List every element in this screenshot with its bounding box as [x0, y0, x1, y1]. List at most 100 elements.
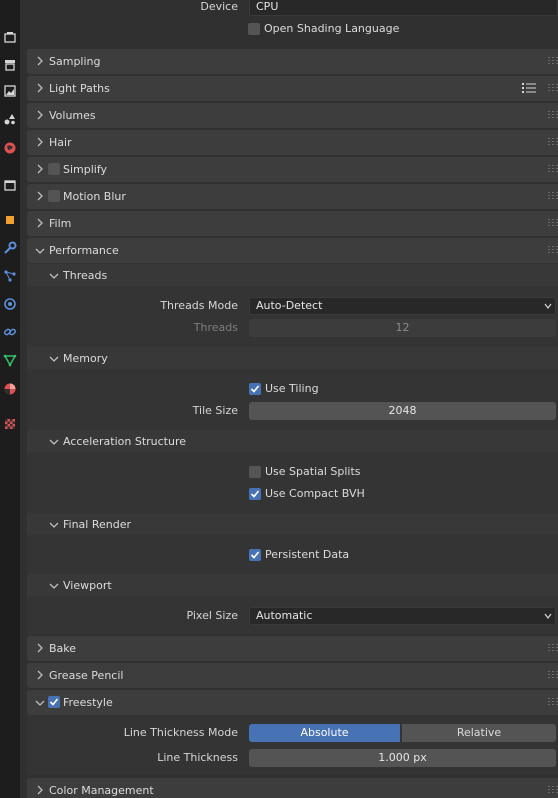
- properties-editor: Device CPU Open Shading Language Samplin…: [20, 0, 558, 798]
- use-tiling-label: Use Tiling: [265, 382, 319, 395]
- panel-simplify[interactable]: Simplify: [27, 157, 558, 182]
- pixel-size-value: Automatic: [256, 609, 313, 622]
- drag-handle-icon[interactable]: [548, 111, 558, 119]
- panel-grease-pencil[interactable]: Grease Pencil: [27, 663, 558, 688]
- collection-icon[interactable]: [0, 174, 20, 196]
- osl-label: Open Shading Language: [264, 22, 400, 35]
- threads-count-field: 12: [249, 319, 556, 337]
- pixel-size-dropdown[interactable]: Automatic: [249, 607, 556, 625]
- chevron-right-icon: [37, 218, 43, 228]
- chevron-right-icon: [37, 670, 43, 680]
- constraints-icon[interactable]: [0, 321, 20, 343]
- drag-handle-icon[interactable]: [548, 165, 558, 173]
- panel-performance[interactable]: Performance: [27, 238, 558, 263]
- threads-mode-dropdown[interactable]: Auto-Detect: [249, 297, 556, 315]
- compact-bvh-label: Use Compact BVH: [265, 487, 365, 500]
- chevron-down-icon: [544, 303, 552, 309]
- line-thickness-mode-label: Line Thickness Mode: [123, 726, 238, 739]
- presets-list-icon[interactable]: [522, 82, 536, 94]
- drag-handle-icon[interactable]: [548, 192, 558, 200]
- motion-blur-checkbox[interactable]: [48, 190, 60, 202]
- panel-sampling[interactable]: Sampling: [27, 49, 558, 74]
- line-thickness-field[interactable]: 1.000 px: [249, 749, 556, 767]
- subpanel-final-render[interactable]: Final Render: [27, 513, 558, 535]
- subpanel-memory-label: Memory: [63, 352, 108, 365]
- subpanel-acceleration-structure[interactable]: Acceleration Structure: [27, 430, 558, 452]
- panel-grease-pencil-label: Grease Pencil: [49, 669, 124, 682]
- data-icon[interactable]: [0, 349, 20, 371]
- chevron-down-icon: [49, 583, 59, 589]
- render-icon[interactable]: [0, 26, 20, 48]
- panel-bake[interactable]: Bake: [27, 636, 558, 661]
- tile-size-field[interactable]: 2048: [249, 402, 556, 420]
- chevron-down-icon: [35, 248, 45, 254]
- checkmark-icon: [250, 551, 260, 559]
- chevron-right-icon: [37, 164, 43, 174]
- threads-mode-value: Auto-Detect: [256, 299, 323, 312]
- chevron-down-icon: [49, 522, 59, 528]
- modifier-icon[interactable]: [0, 237, 20, 259]
- checkmark-icon: [250, 490, 260, 498]
- freestyle-checkbox[interactable]: [48, 696, 60, 708]
- chevron-right-icon: [37, 191, 43, 201]
- subpanel-threads[interactable]: Threads: [27, 264, 558, 286]
- panel-color-management[interactable]: Color Management: [27, 778, 558, 798]
- panel-freestyle[interactable]: Freestyle: [27, 690, 558, 715]
- scene-icon[interactable]: [0, 108, 20, 130]
- threads-mode-label: Threads Mode: [160, 299, 238, 312]
- panel-volumes-label: Volumes: [49, 109, 96, 122]
- chevron-right-icon: [37, 110, 43, 120]
- properties-tab-bar: [0, 0, 20, 798]
- particles-icon[interactable]: [0, 265, 20, 287]
- drag-handle-icon[interactable]: [548, 84, 558, 92]
- spatial-splits-label: Use Spatial Splits: [265, 465, 361, 478]
- use-tiling-checkbox[interactable]: [249, 383, 261, 395]
- texture-icon[interactable]: [0, 413, 20, 435]
- world-icon[interactable]: [0, 137, 20, 159]
- device-dropdown[interactable]: CPU: [249, 0, 558, 16]
- view-layer-icon[interactable]: [0, 80, 20, 102]
- drag-handle-icon[interactable]: [548, 246, 558, 254]
- pixel-size-label: Pixel Size: [186, 609, 238, 622]
- spatial-splits-checkbox[interactable]: [249, 466, 261, 478]
- subpanel-memory[interactable]: Memory: [27, 347, 558, 369]
- tile-size-label: Tile Size: [192, 404, 238, 417]
- object-icon[interactable]: [0, 209, 20, 231]
- chevron-right-icon: [37, 643, 43, 653]
- panel-light-paths[interactable]: Light Paths: [27, 76, 558, 101]
- subpanel-viewport[interactable]: Viewport: [27, 574, 558, 596]
- output-icon[interactable]: [0, 54, 20, 76]
- drag-handle-icon[interactable]: [548, 698, 558, 706]
- osl-checkbox[interactable]: [248, 23, 260, 35]
- panel-sampling-label: Sampling: [49, 55, 101, 68]
- chevron-right-icon: [37, 137, 43, 147]
- panel-motion-blur[interactable]: Motion Blur: [27, 184, 558, 209]
- panel-film[interactable]: Film: [27, 211, 558, 236]
- material-icon[interactable]: [0, 378, 20, 400]
- chevron-right-icon: [37, 785, 43, 795]
- chevron-down-icon: [49, 273, 59, 279]
- physics-icon[interactable]: [0, 293, 20, 315]
- subpanel-final-render-label: Final Render: [63, 518, 132, 531]
- subpanel-viewport-label: Viewport: [63, 579, 112, 592]
- drag-handle-icon[interactable]: [548, 671, 558, 679]
- drag-handle-icon[interactable]: [548, 219, 558, 227]
- panel-volumes[interactable]: Volumes: [27, 103, 558, 128]
- thickness-mode-relative-button[interactable]: Relative: [402, 724, 556, 742]
- device-value: CPU: [256, 0, 279, 13]
- panel-film-label: Film: [49, 217, 72, 230]
- persistent-data-checkbox[interactable]: [249, 549, 261, 561]
- drag-handle-icon[interactable]: [548, 644, 558, 652]
- drag-handle-icon[interactable]: [548, 57, 558, 65]
- checkmark-icon: [250, 385, 260, 393]
- compact-bvh-checkbox[interactable]: [249, 488, 261, 500]
- simplify-checkbox[interactable]: [48, 163, 60, 175]
- drag-handle-icon[interactable]: [548, 786, 558, 794]
- thickness-mode-absolute-button[interactable]: Absolute: [249, 724, 400, 742]
- line-thickness-label: Line Thickness: [157, 751, 238, 764]
- panel-hair[interactable]: Hair: [27, 130, 558, 155]
- drag-handle-icon[interactable]: [548, 138, 558, 146]
- chevron-down-icon: [544, 613, 552, 619]
- chevron-down-icon: [49, 439, 59, 445]
- panel-bake-label: Bake: [49, 642, 77, 655]
